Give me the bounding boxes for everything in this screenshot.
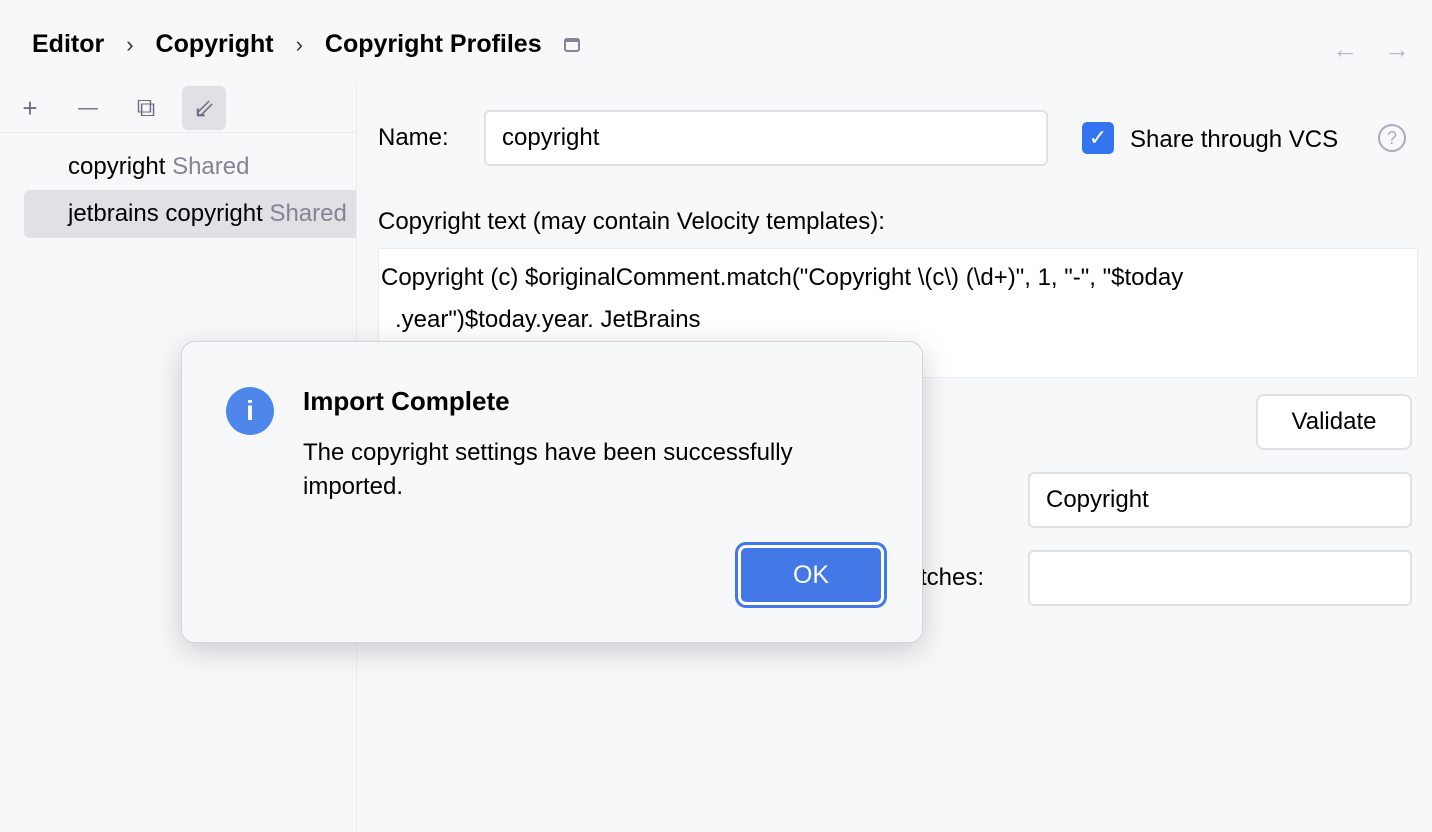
- dialog-title: Import Complete: [303, 386, 510, 417]
- back-arrow-icon[interactable]: ←: [1332, 34, 1358, 65]
- info-icon: i: [226, 387, 274, 435]
- ok-button[interactable]: OK: [738, 545, 884, 605]
- profile-item[interactable]: jetbrains copyright Shared: [24, 190, 356, 238]
- dialog-message: The copyright settings have been success…: [303, 436, 893, 504]
- remove-icon[interactable]: —: [66, 86, 110, 130]
- add-icon[interactable]: +: [8, 86, 52, 130]
- validate-button[interactable]: Validate: [1256, 394, 1412, 450]
- help-icon[interactable]: ?: [1378, 124, 1406, 152]
- breadcrumb: Editor › Copyright › Copyright Profiles: [32, 30, 580, 59]
- share-label: Share through VCS: [1130, 126, 1338, 154]
- chevron-right-icon: ›: [126, 32, 133, 58]
- forward-arrow-icon[interactable]: →: [1384, 34, 1410, 65]
- share-checkbox[interactable]: ✓: [1082, 122, 1114, 154]
- divider: [0, 132, 356, 133]
- regex-label: tches:: [920, 564, 984, 592]
- keyword-input[interactable]: Copyright: [1028, 472, 1412, 528]
- regex-input[interactable]: [1028, 550, 1412, 606]
- breadcrumb-editor[interactable]: Editor: [32, 30, 104, 59]
- profile-item[interactable]: copyright Shared: [24, 143, 356, 191]
- import-icon[interactable]: ⇙: [182, 86, 226, 130]
- name-input[interactable]: copyright: [484, 110, 1048, 166]
- import-complete-dialog: i Import Complete The copyright settings…: [181, 341, 923, 643]
- profiles-toolbar: + — ⧉ ⇙: [8, 86, 226, 130]
- chevron-right-icon: ›: [296, 32, 303, 58]
- breadcrumb-copyright[interactable]: Copyright: [156, 30, 274, 59]
- text-label: Copyright text (may contain Velocity tem…: [378, 208, 885, 236]
- name-label: Name:: [378, 124, 449, 152]
- window-icon[interactable]: [564, 38, 580, 52]
- breadcrumb-profiles: Copyright Profiles: [325, 30, 542, 59]
- copy-icon[interactable]: ⧉: [124, 86, 168, 130]
